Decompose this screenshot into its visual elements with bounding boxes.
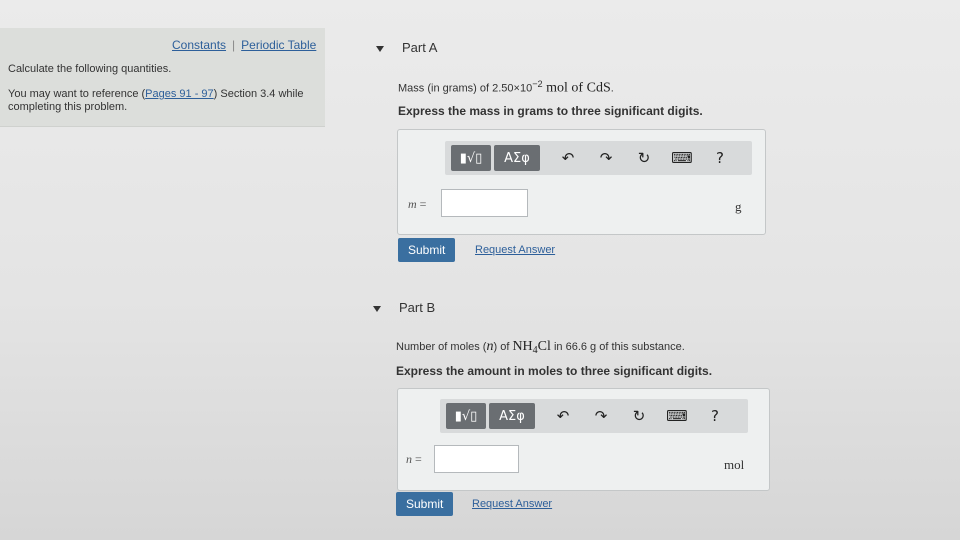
part-a-formula: CdS	[586, 80, 611, 96]
reset-icon[interactable]: ↻	[629, 406, 649, 426]
part-b-formula-b: Cl	[537, 339, 551, 354]
part-b-eq: =	[415, 452, 422, 466]
part-b-submit-button[interactable]: Submit	[396, 492, 454, 516]
constants-link[interactable]: Constants	[172, 38, 226, 52]
reference-text: You may want to reference (Pages 91 - 97…	[8, 88, 318, 114]
part-a-question-suffix: .	[610, 82, 614, 95]
help-icon[interactable]: ?	[705, 406, 725, 426]
templates-button[interactable]: ▮√▯	[451, 145, 491, 171]
periodic-table-link[interactable]: Periodic Table	[241, 38, 316, 52]
redo-icon[interactable]: ↷	[596, 148, 616, 168]
part-a-exponent: −2	[532, 79, 543, 89]
symbols-button[interactable]: ΑΣφ	[489, 403, 535, 429]
part-a-eq: =	[419, 197, 427, 211]
undo-icon[interactable]: ↶	[558, 148, 578, 168]
templates-button[interactable]: ▮√▯	[446, 403, 486, 429]
part-a-header[interactable]: Part A	[376, 40, 437, 55]
part-b-unit: mol	[724, 457, 745, 472]
mass-input[interactable]	[441, 189, 528, 217]
part-a-submit-button[interactable]: Submit	[398, 238, 456, 262]
part-a-answer-box: ▮√▯ ΑΣφ ↶ ↷ ↻ ⌨ ? m = g	[397, 129, 766, 235]
part-b-question-prefix: Number of moles (	[396, 341, 487, 353]
instructions-text: Calculate the following quantities.	[8, 63, 172, 75]
problem-sidebar: Constants | Periodic Table Calculate the f…	[0, 28, 325, 127]
part-b-var-label: n =	[406, 452, 422, 467]
part-b-answer-box: ▮√▯ ΑΣφ ↶ ↷ ↻ ⌨ ? n = mol	[397, 388, 770, 491]
part-a-title: Part A	[402, 40, 438, 55]
help-icon[interactable]: ?	[710, 148, 730, 168]
part-a-var: m	[408, 197, 417, 211]
part-a-request-answer-link[interactable]: Request Answer	[475, 244, 555, 256]
part-a-instruction: Express the mass in grams to three signi…	[398, 104, 703, 118]
part-a-var-label: m =	[408, 197, 426, 212]
part-b-title: Part B	[399, 300, 436, 315]
part-b-question-mid: ) of	[493, 341, 513, 353]
redo-icon[interactable]: ↷	[591, 406, 611, 426]
reset-icon[interactable]: ↻	[634, 148, 654, 168]
symbols-button[interactable]: ΑΣφ	[494, 145, 540, 171]
part-a-question: Mass (in grams) of 2.50×10−2 mol of CdS.	[398, 79, 614, 97]
part-a-question-prefix: Mass (in grams) of 2.50×10	[398, 82, 533, 95]
part-a-unit: g	[735, 199, 742, 214]
part-b-toolbar: ▮√▯ ΑΣφ ↶ ↷ ↻ ⌨ ?	[440, 399, 748, 433]
part-b-var: n	[406, 452, 412, 466]
part-b-request-answer-link[interactable]: Request Answer	[472, 498, 552, 510]
part-b-formula-a: NH	[512, 339, 533, 354]
part-b-header[interactable]: Part B	[373, 300, 435, 315]
moles-input[interactable]	[434, 445, 519, 473]
keyboard-icon[interactable]: ⌨	[666, 406, 688, 426]
link-separator: |	[232, 38, 236, 52]
collapse-triangle-icon[interactable]	[373, 305, 381, 312]
collapse-triangle-icon[interactable]	[376, 45, 384, 52]
keyboard-icon[interactable]: ⌨	[671, 148, 693, 168]
reference-prefix: You may want to reference (	[8, 88, 146, 100]
undo-icon[interactable]: ↶	[553, 406, 573, 426]
part-a-unit-mol: mol of	[542, 80, 587, 96]
part-a-toolbar: ▮√▯ ΑΣφ ↶ ↷ ↻ ⌨ ?	[445, 141, 752, 175]
top-links: Constants | Periodic Table	[172, 38, 316, 52]
part-b-question: Number of moles (n) of NH4Cl in 66.6 g o…	[396, 339, 685, 356]
part-b-instruction: Express the amount in moles to three sig…	[396, 364, 713, 378]
part-b-question-suffix: in 66.6 g of this substance.	[550, 341, 685, 353]
reference-pages-link[interactable]: Pages 91 - 97	[145, 88, 214, 100]
